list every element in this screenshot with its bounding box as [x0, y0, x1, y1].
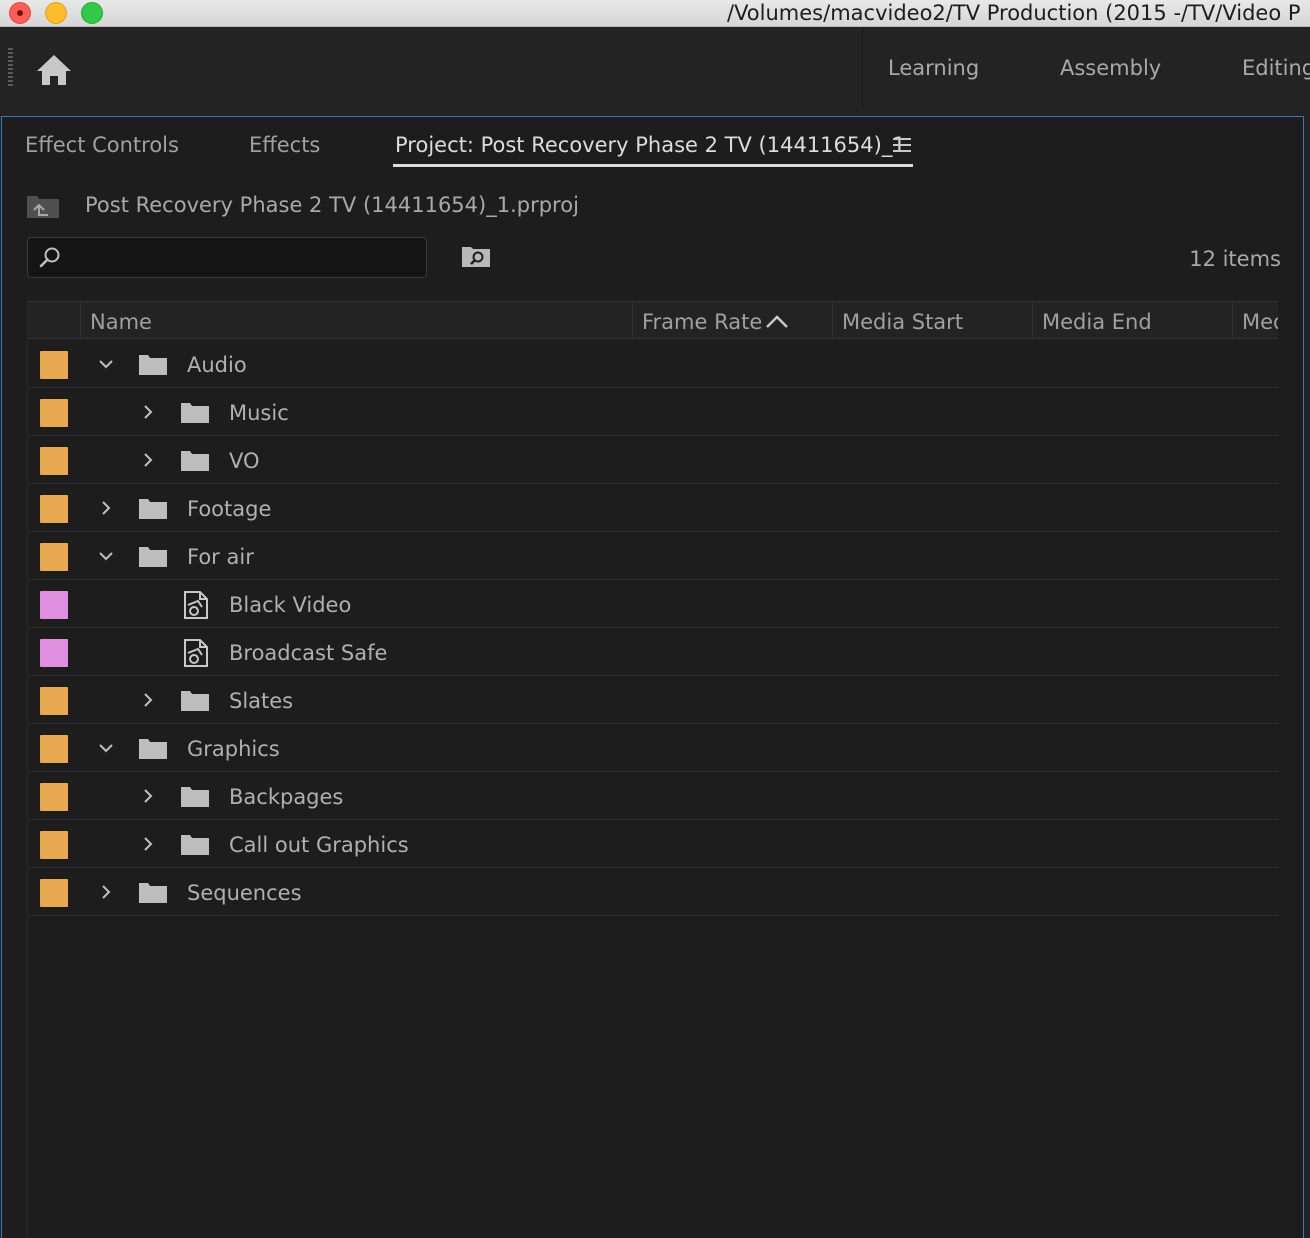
label-color-swatch[interactable]: [40, 351, 68, 379]
row-name: Footage: [187, 497, 272, 521]
label-color-swatch[interactable]: [40, 447, 68, 475]
workspace-tab-learning[interactable]: Learning: [888, 55, 979, 81]
row-name: Sequences: [187, 881, 302, 905]
row-name: Call out Graphics: [229, 833, 409, 857]
table-row[interactable]: Black Video: [28, 580, 1278, 628]
label-color-swatch[interactable]: [40, 879, 68, 907]
home-icon[interactable]: [34, 52, 74, 88]
project-items-table: Name Frame Rate Media Start Media End Me…: [27, 301, 1278, 1238]
column-header-frame-rate[interactable]: Frame Rate: [632, 302, 832, 339]
row-name: Music: [229, 401, 289, 425]
row-name: For air: [187, 545, 254, 569]
label-color-swatch[interactable]: [40, 591, 68, 619]
chevron-right-icon[interactable]: [141, 836, 155, 852]
label-color-swatch[interactable]: [40, 495, 68, 523]
chevron-right-icon[interactable]: [141, 788, 155, 804]
table-row[interactable]: Slates: [28, 676, 1278, 724]
row-name: VO: [229, 449, 260, 473]
table-row[interactable]: For air: [28, 532, 1278, 580]
chevron-right-icon[interactable]: [141, 452, 155, 468]
row-name: Audio: [187, 353, 247, 377]
workspace-tab-editing[interactable]: Editing: [1242, 55, 1310, 81]
row-name: Graphics: [187, 737, 280, 761]
effect-preset-file-icon: [184, 639, 208, 667]
drag-grip-icon[interactable]: [8, 48, 13, 86]
active-tab-indicator: [393, 164, 913, 167]
row-name: Broadcast Safe: [229, 641, 388, 665]
folder-icon: [181, 451, 209, 471]
chevron-right-icon[interactable]: [141, 692, 155, 708]
folder-icon: [139, 547, 167, 567]
label-color-swatch[interactable]: [40, 399, 68, 427]
search-field[interactable]: [27, 237, 427, 278]
project-file-name: Post Recovery Phase 2 TV (14411654)_1.pr…: [85, 193, 579, 217]
project-panel: Effect Controls Effects Project: Post Re…: [1, 116, 1304, 1238]
label-color-swatch[interactable]: [40, 735, 68, 763]
window-titlebar: /Volumes/macvideo2/TV Production (2015 -…: [0, 0, 1310, 27]
folder-icon: [139, 355, 167, 375]
table-row[interactable]: Audio: [28, 340, 1278, 388]
row-name: Black Video: [229, 593, 352, 617]
workspace-tab-assembly[interactable]: Assembly: [1060, 55, 1161, 81]
table-row[interactable]: Call out Graphics: [28, 820, 1278, 868]
window-zoom-button[interactable]: [81, 2, 103, 24]
window-close-button[interactable]: [9, 2, 31, 24]
folder-icon: [181, 691, 209, 711]
workspace-bar: Learning Assembly Editing: [862, 27, 1310, 108]
table-row[interactable]: Music: [28, 388, 1278, 436]
column-header-label[interactable]: [28, 302, 80, 339]
window-minimize-button[interactable]: [45, 2, 67, 24]
label-color-swatch[interactable]: [40, 831, 68, 859]
table-header: Name Frame Rate Media Start Media End Me…: [28, 301, 1278, 339]
tab-effect-controls[interactable]: Effect Controls: [25, 132, 179, 158]
new-search-bin-icon[interactable]: [461, 244, 491, 268]
tab-project[interactable]: Project: Post Recovery Phase 2 TV (14411…: [395, 132, 906, 158]
label-color-swatch[interactable]: [40, 687, 68, 715]
table-row[interactable]: Footage: [28, 484, 1278, 532]
label-color-swatch[interactable]: [40, 783, 68, 811]
column-header-frame-rate-label: Frame Rate: [642, 310, 763, 334]
folder-icon: [181, 403, 209, 423]
chevron-right-icon[interactable]: [99, 884, 113, 900]
column-header-name[interactable]: Name: [80, 302, 632, 339]
chevron-down-icon[interactable]: [99, 740, 113, 756]
sort-ascending-icon: [766, 315, 788, 328]
column-header-media-duration[interactable]: Med: [1232, 302, 1278, 339]
chevron-down-icon[interactable]: [99, 356, 113, 372]
folder-icon: [181, 835, 209, 855]
parent-bin-icon[interactable]: [26, 193, 60, 219]
table-row[interactable]: VO: [28, 436, 1278, 484]
window-title: /Volumes/macvideo2/TV Production (2015 -…: [727, 1, 1301, 25]
item-count: 12 items: [1189, 247, 1281, 271]
tab-effects[interactable]: Effects: [249, 132, 320, 158]
folder-icon: [139, 883, 167, 903]
search-input[interactable]: [68, 244, 418, 272]
table-row[interactable]: Backpages: [28, 772, 1278, 820]
folder-icon: [139, 739, 167, 759]
panel-menu-icon[interactable]: [893, 137, 911, 153]
label-color-swatch[interactable]: [40, 639, 68, 667]
row-name: Slates: [229, 689, 294, 713]
column-header-media-start[interactable]: Media Start: [832, 302, 1032, 339]
chevron-right-icon[interactable]: [99, 500, 113, 516]
effect-preset-file-icon: [184, 591, 208, 619]
row-name: Backpages: [229, 785, 344, 809]
folder-icon: [139, 499, 167, 519]
chevron-down-icon[interactable]: [99, 548, 113, 564]
table-row[interactable]: Broadcast Safe: [28, 628, 1278, 676]
table-row[interactable]: Graphics: [28, 724, 1278, 772]
folder-icon: [181, 787, 209, 807]
search-icon: [39, 247, 60, 268]
table-row[interactable]: Sequences: [28, 868, 1278, 916]
column-header-media-end[interactable]: Media End: [1032, 302, 1232, 339]
label-color-swatch[interactable]: [40, 543, 68, 571]
chevron-right-icon[interactable]: [141, 404, 155, 420]
